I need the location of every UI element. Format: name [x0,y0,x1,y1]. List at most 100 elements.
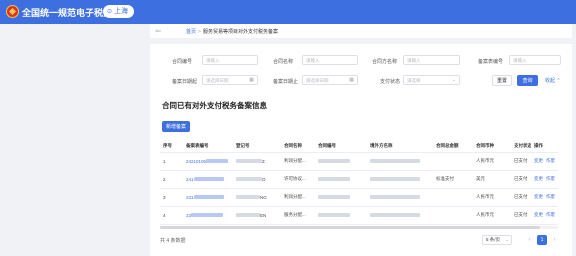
redacted-text [236,213,260,218]
redacted-text [318,195,350,200]
section-title: 合同已有对外支付税务备案信息 [162,101,267,110]
filing-end-field[interactable]: ▦ [302,75,358,85]
column-header: 合同币种 [473,140,511,153]
reg-no-cell: EN [233,206,281,225]
reset-button[interactable]: 重置 [492,75,512,86]
top-navbar: 全国统一规范电子税务局 ⊙ 上海 [0,0,576,24]
contract-name-cell: 服务分配... [281,206,315,225]
collapse-toggle[interactable]: 收起 ⌃ [545,77,561,84]
reg-no-cell: Z [233,152,281,171]
change-link[interactable]: 变更 [534,158,543,163]
column-header: 操作 [531,140,558,153]
contract-no-cell [315,152,367,171]
ops-cell: 变更 作废 [531,170,558,189]
filing-no-field[interactable] [509,55,561,65]
filing-no-label: 备案表编号 [478,59,504,65]
page-size-label: 5 条/页 [486,237,501,242]
void-link[interactable]: 作废 [546,158,555,163]
next-page-button[interactable]: › [550,235,559,245]
party-name-cell [367,206,433,225]
amount-cell [433,152,473,171]
pay-status-input[interactable] [404,76,459,84]
filing-no-input[interactable] [510,56,560,64]
party-name-field[interactable] [403,55,460,65]
reg-no-cell: NG [233,188,281,207]
void-link[interactable]: 作废 [546,176,555,181]
party-name-cell [367,152,433,171]
location-pin-icon: ⊙ [107,9,113,15]
filing-no-link[interactable]: 231 [186,195,194,200]
redacted-text [191,213,224,218]
column-header: 合同名称 [281,140,315,153]
redacted-text [236,159,262,164]
scrollbar-thumb[interactable] [160,226,540,229]
row-seq: 2 [160,170,183,189]
page-size-select[interactable]: 5 条/页 ⌄ [482,235,512,245]
calendar-icon: ▦ [349,77,354,83]
page-scrollbar[interactable] [572,24,576,256]
breadcrumb: 首页 > 服务贸易等项目对外支付税务备案 [186,28,278,35]
contract-no-input[interactable] [203,56,257,64]
chevron-up-icon: ⌃ [555,78,561,84]
filing-no-link[interactable]: 24210105 [186,159,206,164]
region-selector[interactable]: ⊙ 上海 [103,5,135,18]
table-row: 1 24210105 Z 利润分配... 人民币元 已支付 变更 作废 [160,152,558,171]
calendar-icon: ▦ [249,77,254,83]
amount-cell [433,188,473,207]
collapse-label: 收起 [545,78,556,84]
ops-cell: 变更 作废 [531,152,558,171]
column-header: 合同编号 [315,140,367,153]
status-cell: 已支付 [511,170,531,189]
back-arrow-icon[interactable]: ⇦ [155,27,161,35]
void-link[interactable]: 作废 [546,212,555,217]
redacted-text [318,159,350,164]
row-seq: 4 [160,206,183,225]
party-name-input[interactable] [404,56,459,64]
row-seq: 3 [160,188,183,207]
contract-name-input[interactable] [303,56,357,64]
column-header: 支付状态 [511,140,531,153]
filing-no-cell[interactable]: 24210105 [183,152,233,171]
filing-table: 序号 备案表编号 登记号 合同名称 合同编号 境外方名称 合同总金额 合同币种 … [160,140,558,225]
breadcrumb-separator: > [198,29,201,35]
filing-no-cell[interactable]: 241 [183,170,233,189]
reg-no-tail: EN [260,212,267,218]
redacted-text [193,195,224,200]
contract-name-cell: 许可协议... [281,170,315,189]
party-name-cell [367,170,433,189]
prev-page-button[interactable]: ‹ [525,235,534,245]
contract-name-cell: 利润分配... [281,188,315,207]
breadcrumb-current: 服务贸易等项目对外支付税务备案 [202,29,278,35]
current-page-button[interactable]: 1 [537,235,547,245]
pay-status-select[interactable]: ⌄ [403,75,460,85]
reg-no-tail: O [262,176,266,182]
currency-cell: 人民币元 [473,206,511,225]
column-header: 登记号 [233,140,281,153]
filing-start-field[interactable]: ▦ [202,75,258,85]
filing-no-cell[interactable]: 231 [183,188,233,207]
breadcrumb-home[interactable]: 首页 [186,29,196,35]
reg-no-tail: Z [262,158,265,164]
void-link[interactable]: 作废 [546,194,555,199]
contract-no-label: 合同编号 [172,59,193,65]
table-row: 2 241 O 许可协议... 标准支付 美元 已支付 变更 作废 [160,170,558,189]
redacted-text [370,159,420,164]
tax-emblem-icon [6,5,19,18]
amount-cell [433,206,473,225]
contract-name-label: 合同名称 [273,59,294,65]
change-link[interactable]: 变更 [534,212,543,217]
status-cell: 已支付 [511,206,531,225]
contract-no-field[interactable] [202,55,258,65]
filing-no-cell[interactable]: 23 [183,206,233,225]
query-button[interactable]: 查询 [517,75,538,86]
table-horizontal-scrollbar[interactable] [160,226,558,229]
redacted-text [193,177,224,182]
change-link[interactable]: 变更 [534,176,543,181]
party-name-cell [367,188,433,207]
contract-name-field[interactable] [302,55,358,65]
filing-no-link[interactable]: 241 [186,177,194,182]
change-link[interactable]: 变更 [534,194,543,199]
chevron-down-icon: ⌄ [451,77,456,83]
add-filing-button[interactable]: 新增备案 [162,121,190,132]
status-cell: 已支付 [511,188,531,207]
